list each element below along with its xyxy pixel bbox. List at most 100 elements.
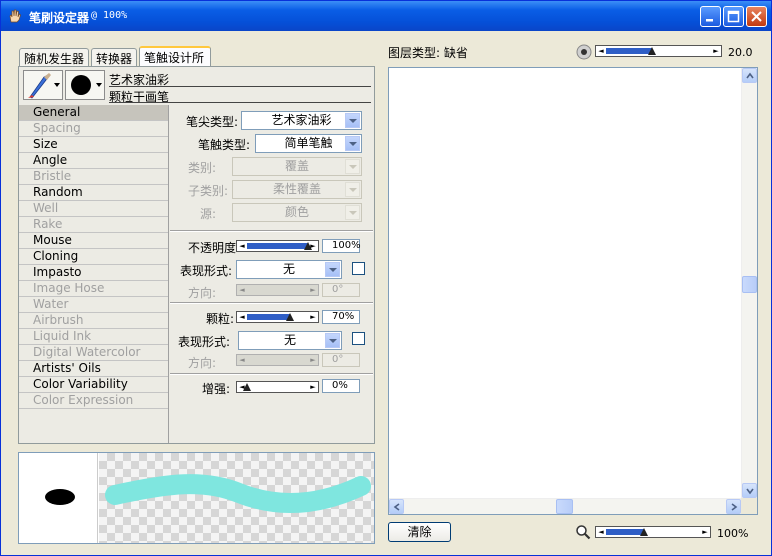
vertical-scroll-thumb[interactable] (742, 276, 757, 293)
opacity-expression-value: 无 (282, 262, 295, 276)
slider-thumb[interactable] (286, 313, 294, 321)
dab-circle-icon (71, 75, 91, 95)
slider-right-icon: ► (310, 356, 316, 364)
category-item[interactable]: Mouse (19, 233, 168, 249)
boost-value[interactable]: 0% (322, 379, 360, 393)
vertical-scrollbar[interactable] (741, 68, 757, 498)
tab-stroke-designer[interactable]: 笔触设计所 (139, 46, 211, 66)
scroll-corner (741, 498, 757, 514)
drawing-canvas[interactable] (388, 67, 758, 515)
slider-left-icon[interactable]: ◄ (596, 527, 606, 537)
slider-left-icon[interactable]: ◄ (237, 312, 247, 322)
grain-expression-value: 无 (283, 333, 296, 347)
dropdown-arrow-icon (345, 159, 360, 174)
method-label: 类别: (187, 161, 216, 175)
slider-left-icon: ◄ (239, 356, 245, 364)
scroll-up-button[interactable] (742, 68, 757, 83)
minimize-button[interactable] (700, 6, 721, 27)
stroke-type-value: 简单笔触 (284, 136, 333, 150)
opacity-value[interactable]: 100% (322, 239, 361, 253)
category-item[interactable]: Size (19, 137, 168, 153)
category-item: Color Expression (19, 393, 168, 409)
category-item[interactable]: Color Variability (19, 377, 168, 393)
scroll-right-button[interactable] (726, 499, 741, 514)
window-zoom: @ 100% (91, 10, 128, 21)
category-item[interactable]: General (19, 105, 168, 121)
scroll-left-button[interactable] (389, 499, 404, 514)
grain-expression-select[interactable]: 无 (238, 331, 342, 350)
maximize-button[interactable] (723, 6, 744, 27)
scroll-down-button[interactable] (742, 483, 757, 498)
divider (170, 230, 373, 232)
category-item: Airbrush (19, 313, 168, 329)
category-item[interactable]: Artists' Oils (19, 361, 168, 377)
dropdown-arrow-icon (345, 205, 360, 220)
opacity-invert-checkbox[interactable] (352, 262, 365, 275)
close-button[interactable] (746, 6, 767, 27)
opacity-direction-value: 0° (322, 283, 360, 297)
boost-slider[interactable]: ◄ ► (236, 381, 319, 393)
category-item: Rake (19, 217, 168, 233)
dab-type-label: 笔尖类型: (185, 115, 238, 129)
tab-transposer[interactable]: 转换器 (91, 48, 137, 66)
title-bar[interactable]: 笔刷设定器 @ 100% (1, 1, 771, 31)
opacity-direction-label: 方向: (187, 286, 216, 300)
category-item: Image Hose (19, 281, 168, 297)
category-item[interactable]: Impasto (19, 265, 168, 281)
slider-thumb[interactable] (640, 528, 648, 536)
grain-invert-checkbox[interactable] (352, 332, 365, 345)
hand-icon (9, 9, 21, 23)
chevron-down-icon (54, 83, 60, 87)
grain-value[interactable]: 70% (322, 310, 360, 324)
stroke-type-select[interactable]: 简单笔触 (255, 134, 362, 153)
zoom-slider[interactable]: ◄ ► (595, 526, 711, 538)
category-item: Liquid Ink (19, 329, 168, 345)
brush-category-picker[interactable] (23, 70, 63, 100)
slider-right-icon[interactable]: ► (308, 312, 318, 322)
slider-thumb[interactable] (648, 47, 656, 55)
divider (170, 302, 373, 304)
horizontal-scrollbar[interactable] (389, 498, 741, 514)
zoom-value: 100% (717, 527, 749, 540)
zoom-fill (606, 529, 644, 535)
slider-left-icon[interactable]: ◄ (596, 46, 606, 56)
chevron-up-icon (746, 72, 754, 79)
divider (170, 373, 373, 375)
general-properties: 笔尖类型: 艺术家油彩 笔触类型: 简单笔触 类别: 覆盖 子类别: 柔性覆盖 … (170, 105, 373, 443)
clear-button[interactable]: 清除 (388, 522, 451, 542)
horizontal-scroll-thumb[interactable] (556, 499, 573, 514)
maximize-icon (727, 10, 740, 23)
category-item[interactable]: Angle (19, 153, 168, 169)
category-list: General Spacing Size Angle Bristle Random Well… (19, 105, 169, 443)
opacity-expression-select[interactable]: 无 (236, 260, 342, 279)
dropdown-arrow-icon (345, 136, 360, 151)
slider-right-icon[interactable]: ► (711, 46, 721, 56)
grain-label: 颗粒: (205, 312, 234, 326)
grain-slider[interactable]: ◄ ► (236, 311, 319, 323)
dab-shape (45, 489, 75, 505)
opacity-label: 不透明度 (187, 241, 236, 255)
brush-size-slider[interactable]: ◄ ► (595, 45, 722, 57)
slider-right-icon[interactable]: ► (308, 382, 318, 392)
slider-thumb[interactable] (243, 383, 251, 391)
category-item[interactable]: Random (19, 185, 168, 201)
dab-type-value: 艺术家油彩 (271, 113, 332, 127)
chevron-down-icon (746, 488, 754, 495)
grain-direction-value: 0° (322, 353, 360, 367)
grain-expression-label: 表现形式: (177, 335, 230, 349)
tab-randomizer[interactable]: 随机发生器 (19, 48, 89, 66)
category-item: Digital Watercolor (19, 345, 168, 361)
opacity-slider[interactable]: ◄ ► (236, 240, 319, 252)
slider-right-icon[interactable]: ► (700, 527, 710, 537)
subcategory-label: 子类别: (187, 184, 228, 198)
slider-left-icon[interactable]: ◄ (237, 241, 247, 251)
grain-direction-slider: ◄ ► (236, 354, 319, 366)
dab-preview-picker[interactable] (65, 70, 105, 100)
slider-right-icon[interactable]: ► (308, 241, 318, 251)
category-item[interactable]: Cloning (19, 249, 168, 265)
brush-selector-row (19, 67, 373, 103)
boost-label: 增强: (201, 382, 230, 396)
magnifier-icon (576, 525, 591, 540)
method-select: 覆盖 (232, 157, 362, 176)
dab-type-select[interactable]: 艺术家油彩 (241, 111, 362, 130)
